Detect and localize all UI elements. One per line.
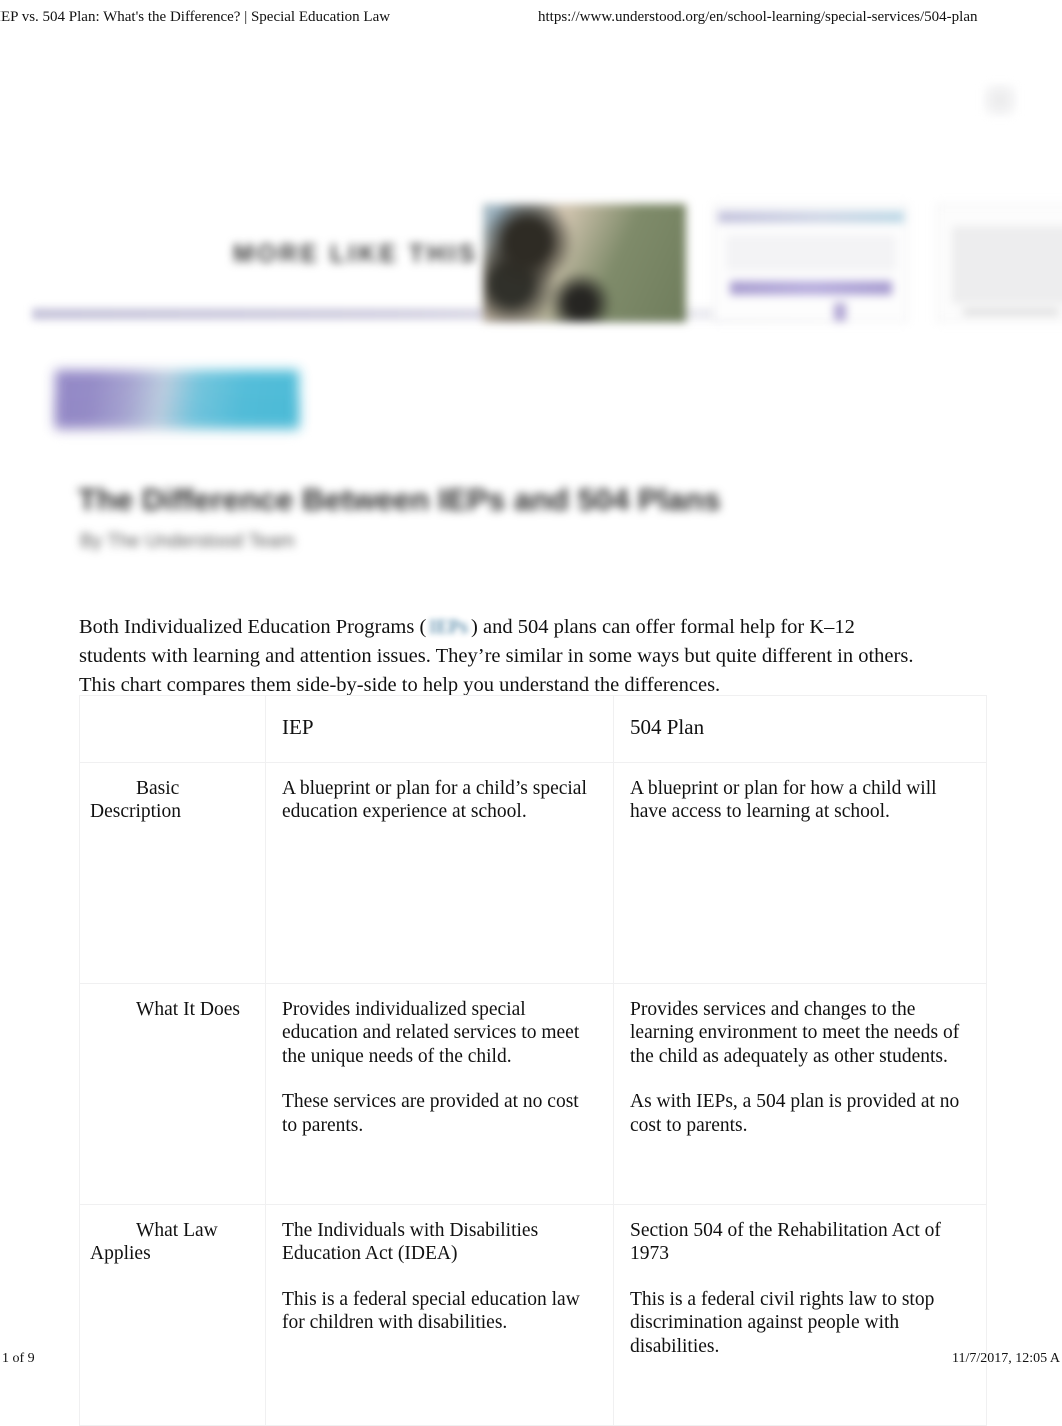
promo-thumbnail-1[interactable] [483, 204, 686, 322]
iep-vs-504-comparison-table: IEP 504 Plan Basic Description A bluepri… [79, 695, 987, 1426]
cell-paragraph: Section 504 of the Rehabilitation Act of… [630, 1219, 941, 1265]
cell-paragraph: Provides individualized special educatio… [282, 998, 580, 1067]
table-header: IEP 504 Plan [79, 695, 987, 763]
promo-thumbnail-2[interactable] [713, 204, 908, 322]
iep-inline-link[interactable]: IEPs [426, 613, 471, 642]
cell-iep-basic-description: A blueprint or plan for a child’s specia… [265, 761, 614, 984]
cell-iep-what-law-applies: The Individuals with Disabilities Educat… [265, 1203, 614, 1426]
promo-thumb-3-line [963, 309, 1059, 315]
promo-divider-bar [32, 308, 832, 320]
cell-paragraph: The Individuals with Disabilities Educat… [282, 1219, 539, 1265]
intro-paragraph: Both Individualized Education Programs (… [79, 613, 925, 700]
page-watermark-icon [984, 84, 1016, 116]
cell-iep-what-it-does: Provides individualized special educatio… [265, 982, 614, 1205]
table-row: What It Does Provides individualized spe… [79, 982, 987, 1205]
promo-thumb-2-body [726, 235, 896, 271]
cell-504-what-law-applies: Section 504 of the Rehabilitation Act of… [613, 1203, 987, 1426]
cell-504-what-it-does: Provides services and changes to the lea… [613, 982, 987, 1205]
cell-paragraph: Provides services and changes to the lea… [630, 998, 960, 1067]
row-label-text: What It Does [136, 998, 240, 1020]
print-header-title: IEP vs. 504 Plan: What's the Difference?… [0, 9, 391, 25]
column-header-504-plan: 504 Plan [613, 695, 987, 763]
cell-paragraph: A blueprint or plan for a child’s specia… [282, 777, 587, 823]
table-header-row: IEP 504 Plan [79, 695, 987, 763]
promo-thumb-2-bar [718, 211, 904, 223]
cell-paragraph: This is a federal civil rights law to st… [630, 1288, 935, 1357]
table-row: What Law Applies The Individuals with Di… [79, 1203, 987, 1426]
cell-paragraph: This is a federal special education law … [282, 1288, 580, 1334]
print-footer-page-number: 1 of 9 [2, 1351, 35, 1366]
promo-thumb-3-box [953, 227, 1062, 303]
print-footer: 1 of 9 11/7/2017, 12:05 A [0, 1349, 1062, 1369]
more-like-this-heading: MORE LIKE THIS [233, 240, 478, 268]
row-label-text: Basic Description [90, 777, 181, 823]
row-label-text: What Law Applies [90, 1219, 218, 1265]
article-byline: By The Understood Team [80, 531, 295, 552]
cell-paragraph: As with IEPs, a 504 plan is provided at … [630, 1091, 960, 1136]
page-title: The Difference Between IEPs and 504 Plan… [78, 481, 721, 517]
cell-paragraph: These services are provided at no cost t… [282, 1091, 579, 1136]
print-header: IEP vs. 504 Plan: What's the Difference?… [0, 6, 1062, 28]
understood-logo[interactable] [55, 370, 299, 428]
promo-thumb-2-foot [834, 303, 846, 321]
row-label-what-law-applies: What Law Applies [79, 1203, 266, 1426]
print-header-url: https://www.understood.org/en/school-lea… [538, 9, 978, 25]
print-footer-timestamp: 11/7/2017, 12:05 A [952, 1351, 1060, 1366]
table-row: Basic Description A blueprint or plan fo… [79, 761, 987, 984]
promo-thumb-2-accent [730, 281, 892, 295]
cell-504-basic-description: A blueprint or plan for how a child will… [613, 761, 987, 984]
row-label-basic-description: Basic Description [79, 761, 266, 984]
column-header-iep: IEP [265, 695, 614, 763]
cell-paragraph: A blueprint or plan for how a child will… [630, 777, 937, 823]
table-body: Basic Description A blueprint or plan fo… [79, 761, 987, 1426]
row-label-what-it-does: What It Does [79, 982, 266, 1205]
column-header-blank [79, 695, 266, 763]
promo-thumbnail-3[interactable] [936, 204, 1062, 322]
intro-text-before-link: Both Individualized Education Programs ( [79, 615, 427, 638]
more-like-this-strip: MORE LIKE THIS [28, 198, 1062, 330]
